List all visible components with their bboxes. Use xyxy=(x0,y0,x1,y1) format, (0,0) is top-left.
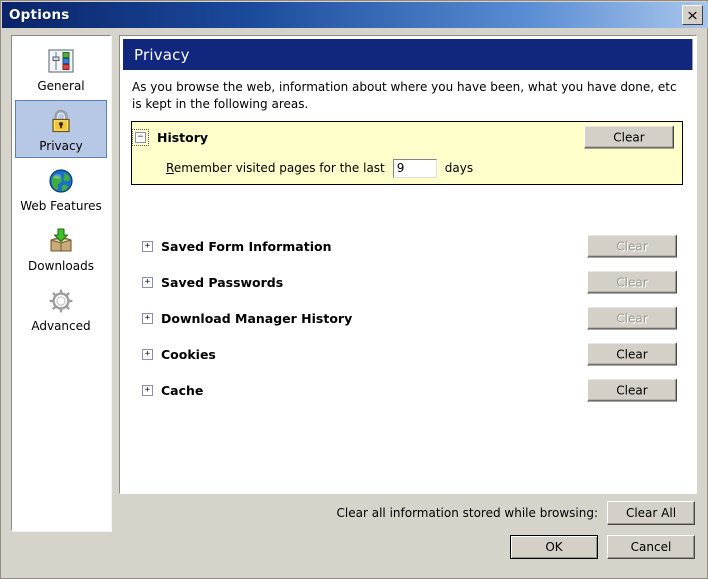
section-label: Cache xyxy=(161,382,204,398)
clear-saved-form-information-button[interactable]: Clear xyxy=(587,234,677,258)
collapsed-section-list: + Saved Form Information Clear + Saved P… xyxy=(131,228,685,408)
accel-letter: R xyxy=(166,161,174,175)
close-glyph xyxy=(688,11,697,19)
sidebar-item-label: Privacy xyxy=(39,139,83,153)
clear-all-label: Clear all information stored while brows… xyxy=(336,506,598,520)
sidebar: General Privacy Web Features Downloads A… xyxy=(11,35,111,531)
expand-toggle-icon[interactable]: + xyxy=(142,348,153,360)
expand-toggle-icon[interactable]: + xyxy=(142,312,153,324)
cancel-button[interactable]: Cancel xyxy=(607,535,695,559)
window-title: Options xyxy=(9,7,70,23)
history-label: History xyxy=(157,129,209,145)
clear-cache-button[interactable]: Clear xyxy=(587,378,677,402)
ok-button[interactable]: OK xyxy=(510,535,598,559)
sidebar-item-label: Advanced xyxy=(31,319,91,333)
section-row-cookies: + Cookies Clear xyxy=(131,336,685,372)
days-suffix-label: days xyxy=(444,161,474,175)
history-detail-row: Remember visited pages for the last days xyxy=(132,152,682,184)
sidebar-item-advanced[interactable]: Advanced xyxy=(15,280,107,338)
history-header-row: − History Clear xyxy=(132,122,682,152)
section-row-saved-passwords: + Saved Passwords Clear xyxy=(131,264,685,300)
globe-icon xyxy=(16,164,106,198)
collapse-toggle-icon[interactable]: − xyxy=(135,131,146,143)
clear-all-line: Clear all information stored while brows… xyxy=(337,501,695,525)
page-title: Privacy xyxy=(134,45,190,64)
clear-download-manager-history-button[interactable]: Clear xyxy=(587,306,677,330)
download-box-icon xyxy=(16,224,106,258)
clear-saved-passwords-button[interactable]: Clear xyxy=(587,270,677,294)
section-row-cache: + Cache Clear xyxy=(131,372,685,408)
expand-toggle-icon[interactable]: + xyxy=(142,240,153,252)
sidebar-item-privacy[interactable]: Privacy xyxy=(15,100,107,158)
sidebar-item-web-features[interactable]: Web Features xyxy=(15,160,107,218)
gear-icon xyxy=(16,284,106,318)
clear-history-button[interactable]: Clear xyxy=(584,125,674,149)
remember-label-rest: emember visited pages for the last xyxy=(173,161,385,175)
sliders-icon xyxy=(16,44,106,78)
history-toggle-focus-ring: − xyxy=(132,128,149,146)
clear-all-button[interactable]: Clear All xyxy=(607,501,695,525)
sidebar-item-label: Web Features xyxy=(20,199,102,213)
history-group: − History Clear Remember visited pages f… xyxy=(131,121,683,185)
options-dialog: Options General Privacy Web Features Dow… xyxy=(0,0,708,579)
sidebar-item-general[interactable]: General xyxy=(15,40,107,98)
section-label: Saved Form Information xyxy=(161,238,332,254)
history-days-input[interactable] xyxy=(392,158,437,178)
clear-cookies-button[interactable]: Clear xyxy=(587,342,677,366)
main-panel: Privacy As you browse the web, informati… xyxy=(119,35,697,494)
section-label: Saved Passwords xyxy=(161,274,284,290)
section-label: Download Manager History xyxy=(161,310,353,326)
section-row-saved-form-information: + Saved Form Information Clear xyxy=(131,228,685,264)
panel-intro-text: As you browse the web, information about… xyxy=(132,80,677,111)
dialog-button-row: OK Cancel xyxy=(510,535,695,559)
panel-header: Privacy xyxy=(123,39,693,70)
expand-toggle-icon[interactable]: + xyxy=(142,276,153,288)
expand-toggle-icon[interactable]: + xyxy=(142,384,153,396)
padlock-icon xyxy=(16,104,106,138)
title-bar: Options xyxy=(2,2,708,28)
section-label: Cookies xyxy=(161,346,216,362)
sidebar-item-label: General xyxy=(37,79,85,93)
remember-label: Remember visited pages for the last xyxy=(166,161,385,175)
close-icon[interactable] xyxy=(682,5,703,25)
section-row-download-manager-history: + Download Manager History Clear xyxy=(131,300,685,336)
sidebar-item-downloads[interactable]: Downloads xyxy=(15,220,107,278)
sidebar-item-label: Downloads xyxy=(28,259,94,273)
